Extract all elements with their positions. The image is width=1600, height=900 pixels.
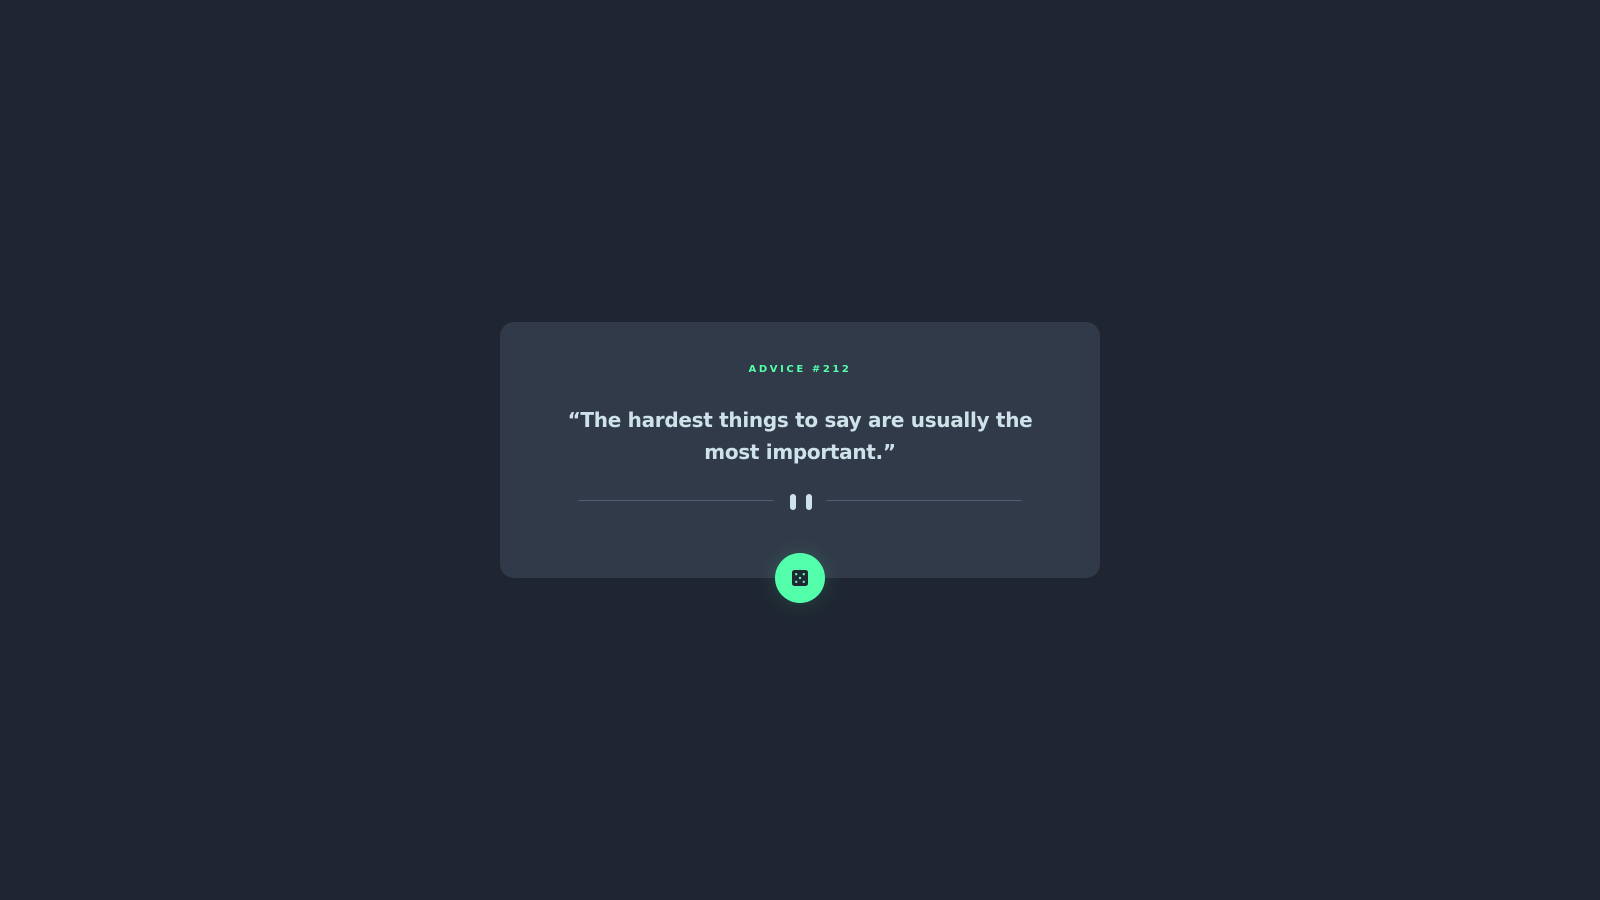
generate-advice-button[interactable] [775, 553, 825, 603]
pause-icon [790, 494, 812, 510]
advice-number: ADVICE #212 [748, 364, 852, 375]
advice-card: ADVICE #212 “The hardest things to say a… [500, 322, 1100, 578]
pattern-divider [578, 494, 1022, 510]
page: ADVICE #212 “The hardest things to say a… [0, 0, 1600, 900]
pause-bar-left [790, 494, 796, 510]
divider-line-right [826, 500, 1022, 501]
dice-icon [792, 570, 808, 586]
divider-line-left [578, 500, 774, 501]
advice-quote: “The hardest things to say are usually t… [567, 408, 1033, 464]
pause-bar-right [806, 494, 812, 510]
